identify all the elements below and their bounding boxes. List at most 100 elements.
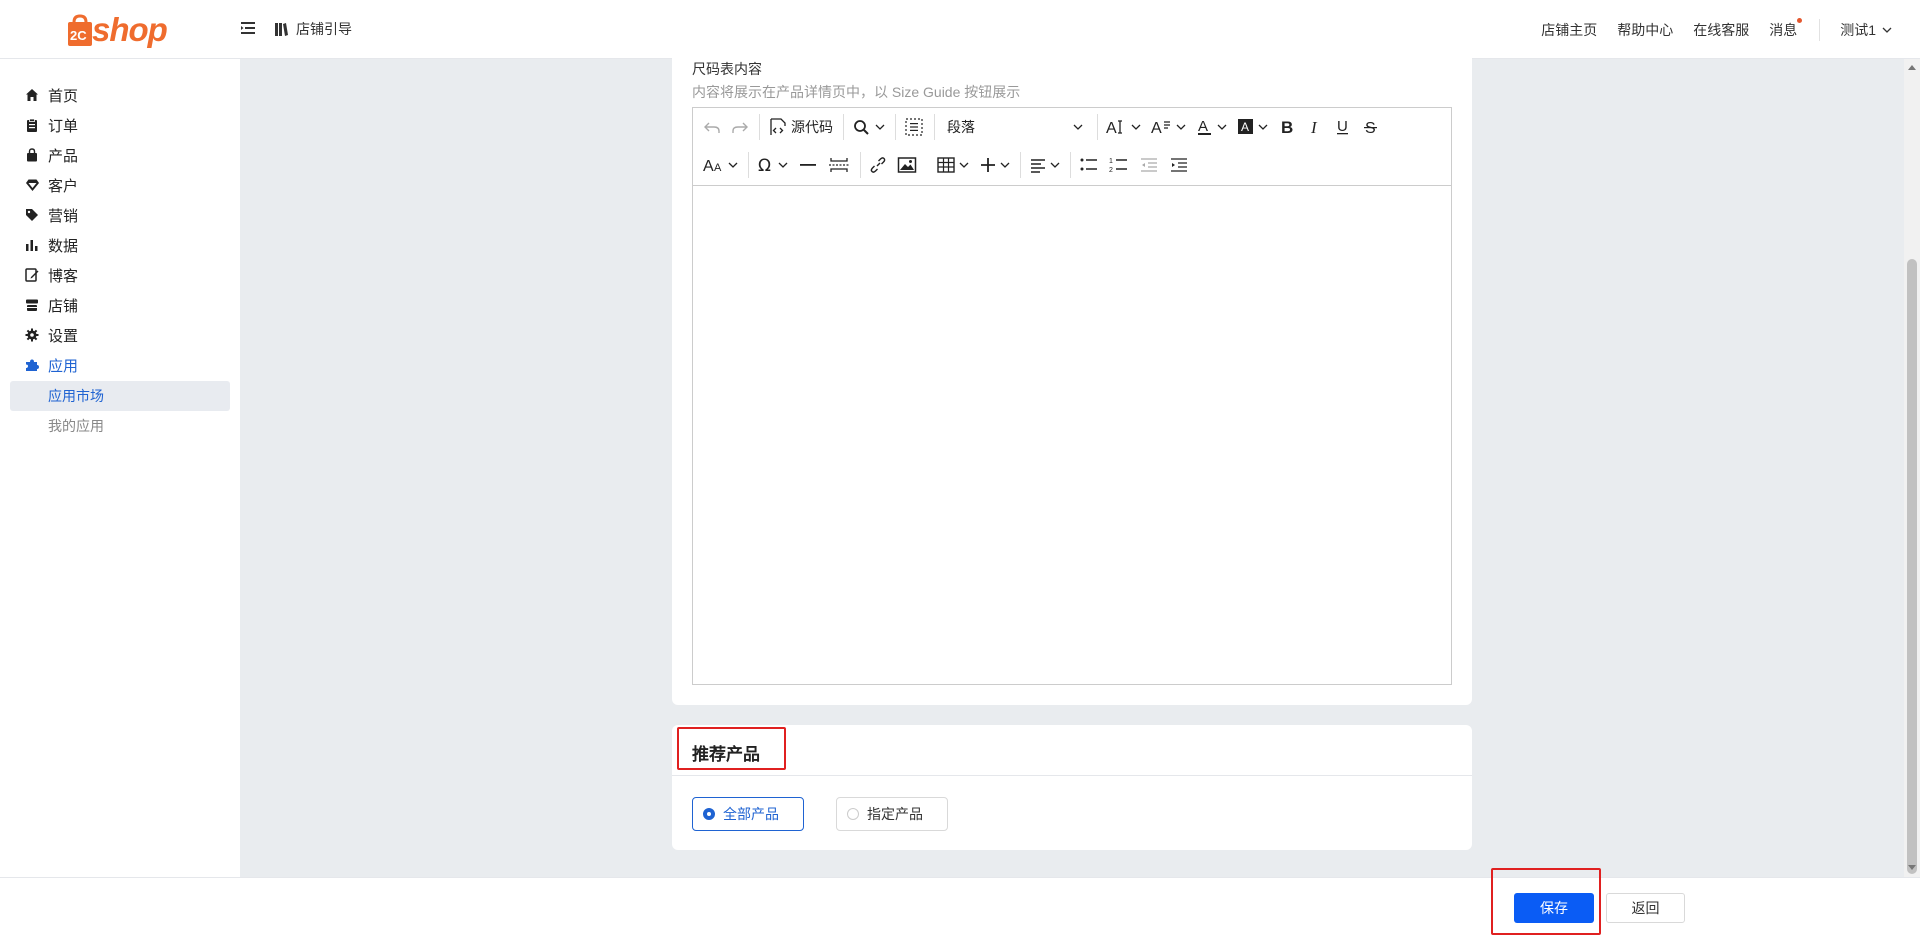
editor-toolbar: 源代码 段落 A A A A B I U S A A Ω 1 2	[693, 108, 1451, 186]
puzzle-icon	[24, 357, 40, 373]
table-button[interactable]	[932, 151, 973, 179]
sidebar-item-orders[interactable]: 订单	[24, 113, 78, 137]
horizontal-line-icon[interactable]	[794, 151, 822, 179]
source-code-button[interactable]: 源代码	[764, 113, 837, 141]
align-button[interactable]	[1025, 151, 1064, 179]
nav-store-home[interactable]: 店铺主页	[1541, 20, 1597, 40]
save-button[interactable]: 保存	[1514, 893, 1594, 923]
chevron-down-icon	[1073, 124, 1083, 130]
sidebar-item-home[interactable]: 首页	[24, 83, 78, 107]
chevron-down-icon	[1000, 162, 1010, 168]
logo[interactable]: 2C shop	[66, 11, 168, 48]
svg-text:1: 1	[1109, 158, 1113, 165]
back-button[interactable]: 返回	[1606, 893, 1685, 923]
unread-dot	[1797, 17, 1803, 23]
highlight-color-icon: A	[1238, 119, 1253, 134]
sidebar-item-data[interactable]: 数据	[24, 233, 78, 257]
sidebar-subitem-my-apps[interactable]: 我的应用	[10, 411, 230, 441]
numbered-list-icon[interactable]: 12	[1105, 151, 1133, 179]
sidebar-item-marketing[interactable]: 营销	[24, 203, 78, 227]
background-color-button[interactable]: A	[1233, 113, 1272, 141]
logo-badge: 2C	[70, 28, 87, 43]
underline-icon[interactable]: U	[1330, 113, 1356, 141]
line-height-button[interactable]: A	[1147, 113, 1190, 141]
insert-button[interactable]	[975, 151, 1014, 179]
toolbar-separator	[1097, 114, 1098, 140]
font-family-button[interactable]: AA	[699, 151, 742, 179]
store-guide-link[interactable]: 店铺引导	[274, 19, 352, 39]
radio-specified-products[interactable]: 指定产品	[836, 797, 948, 831]
clipboard-icon	[24, 117, 40, 133]
sidebar-item-label: 首页	[48, 87, 79, 105]
nav-help-center[interactable]: 帮助中心	[1617, 20, 1673, 40]
image-icon[interactable]	[893, 151, 921, 179]
size-guide-card: 尺码表内容 内容将展示在产品详情页中，以 Size Guide 按钮展示 源代码	[672, 45, 1472, 705]
sidebar-item-label: 店铺	[48, 297, 79, 315]
undo-icon[interactable]	[699, 113, 725, 141]
nav-messages[interactable]: 消息	[1769, 17, 1803, 40]
link-icon[interactable]	[865, 151, 891, 179]
menu-toggle-icon[interactable]	[240, 20, 256, 36]
svg-text:A: A	[1198, 118, 1208, 135]
sidebar-item-customers[interactable]: 客户	[24, 173, 78, 197]
chevron-down-icon	[1131, 124, 1141, 130]
special-char-button[interactable]: Ω	[753, 151, 792, 179]
chevron-down-icon	[1176, 124, 1186, 130]
scroll-down-arrow[interactable]	[1908, 865, 1916, 870]
sidebar-item-products[interactable]: 产品	[24, 143, 78, 167]
size-guide-title: 尺码表内容	[692, 61, 762, 77]
chevron-down-icon	[728, 162, 738, 168]
svg-text:Ω: Ω	[758, 156, 771, 174]
source-code-label: 源代码	[791, 119, 833, 135]
sidebar-item-blog[interactable]: 博客	[24, 263, 78, 287]
sidebar-item-label: 设置	[48, 327, 79, 345]
user-name: 测试1	[1840, 21, 1876, 38]
bar-chart-icon	[24, 237, 40, 253]
svg-text:U: U	[1337, 118, 1348, 135]
sidebar-subitem-app-market[interactable]: 应用市场	[10, 381, 230, 411]
svg-text:A: A	[1106, 120, 1117, 135]
toolbar-separator	[895, 114, 896, 140]
chevron-down-icon	[875, 124, 885, 130]
select-all-icon[interactable]	[900, 113, 928, 141]
radio-all-products[interactable]: 全部产品	[692, 797, 804, 831]
svg-text:A: A	[703, 158, 714, 174]
font-size-button[interactable]: A	[1102, 113, 1145, 141]
recommend-products-card: 推荐产品 全部产品 指定产品	[672, 725, 1472, 850]
recommend-title: 推荐产品	[692, 745, 760, 764]
book-icon	[275, 22, 288, 36]
scroll-up-arrow[interactable]	[1908, 65, 1916, 70]
strikethrough-icon[interactable]: S	[1358, 113, 1384, 141]
page-scrollbar[interactable]	[1904, 59, 1920, 877]
sidebar-item-label: 数据	[48, 237, 79, 255]
top-nav: 店铺主页 帮助中心 在线客服 消息 测试1	[1541, 0, 1920, 59]
radio-all-products-label: 全部产品	[723, 806, 779, 822]
align-left-icon	[1031, 159, 1045, 173]
block-format-value: 段落	[947, 119, 975, 135]
block-format-select[interactable]: 段落	[939, 113, 1091, 141]
indent-icon[interactable]	[1165, 151, 1193, 179]
text-color-button[interactable]: A	[1192, 113, 1231, 141]
user-menu[interactable]: 测试1	[1840, 20, 1892, 40]
diamond-icon	[24, 177, 40, 193]
editor-content-area[interactable]	[693, 185, 1451, 684]
sidebar-item-apps[interactable]: 应用	[24, 353, 78, 377]
sidebar-item-settings[interactable]: 设置	[24, 323, 78, 347]
toolbar-separator	[860, 152, 861, 178]
nav-divider	[1819, 18, 1821, 41]
italic-icon[interactable]: I	[1302, 113, 1328, 141]
redo-icon[interactable]	[727, 113, 753, 141]
outdent-icon[interactable]	[1135, 151, 1163, 179]
nav-online-service[interactable]: 在线客服	[1693, 20, 1749, 40]
source-code-icon	[770, 118, 786, 135]
table-icon	[937, 157, 955, 173]
page-break-icon[interactable]	[824, 151, 854, 179]
bullet-list-icon[interactable]	[1075, 151, 1103, 179]
scrollbar-thumb[interactable]	[1907, 259, 1917, 874]
sidebar-item-store[interactable]: 店铺	[24, 293, 78, 317]
chevron-down-icon	[1258, 124, 1268, 130]
sidebar-item-label: 应用	[48, 357, 79, 375]
rich-text-editor: 源代码 段落 A A A A B I U S A A Ω 1 2	[692, 107, 1452, 685]
bold-icon[interactable]: B	[1274, 113, 1300, 141]
find-replace-button[interactable]	[848, 113, 889, 141]
